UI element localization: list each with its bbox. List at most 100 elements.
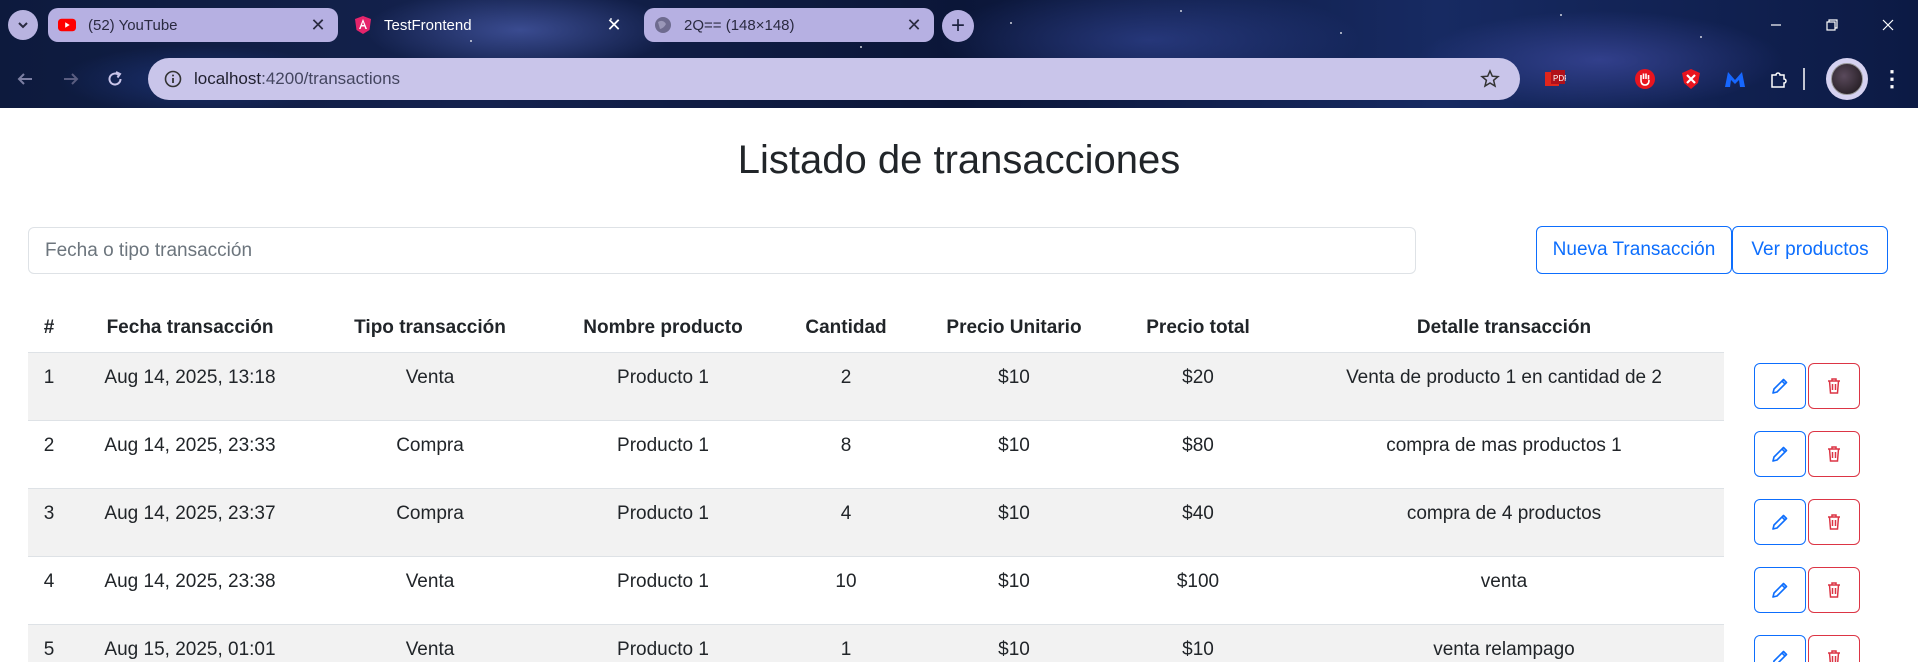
cell-type: Venta bbox=[405, 639, 455, 660]
search-input[interactable] bbox=[28, 227, 1416, 274]
page-title: Listado de transacciones bbox=[737, 138, 1181, 182]
cell-total-price: $10 bbox=[1182, 639, 1214, 660]
cell-total-price: $20 bbox=[1182, 367, 1214, 388]
table-row: 2 Aug 14, 2025, 23:33 Compra Producto 1 … bbox=[28, 420, 1890, 489]
close-icon[interactable]: ✕ bbox=[904, 16, 924, 34]
cell-id: 4 bbox=[43, 571, 55, 592]
cell-date: Aug 14, 2025, 23:38 bbox=[104, 571, 276, 592]
pencil-icon bbox=[1772, 582, 1788, 598]
view-products-button[interactable]: Ver productos bbox=[1732, 226, 1888, 274]
address-bar[interactable]: localhost:4200/transactions bbox=[148, 58, 1520, 100]
cell-product: Producto 1 bbox=[617, 367, 709, 388]
shield-extension-icon[interactable] bbox=[1676, 64, 1706, 94]
tab-search-button[interactable] bbox=[8, 10, 38, 40]
edit-button[interactable] bbox=[1754, 567, 1806, 613]
back-button[interactable] bbox=[10, 64, 40, 94]
close-icon[interactable]: ✕ bbox=[308, 16, 328, 34]
delete-button[interactable] bbox=[1808, 635, 1860, 662]
column-header: Precio total bbox=[1112, 304, 1284, 353]
hand-extension-icon[interactable] bbox=[1630, 64, 1660, 94]
tab-testfrontend[interactable]: TestFrontend ✕ bbox=[344, 8, 634, 42]
menu-icon[interactable]: ⋮ bbox=[1880, 64, 1904, 94]
tab-title: TestFrontend bbox=[384, 16, 472, 34]
column-header: Nombre producto bbox=[550, 304, 776, 353]
tab-youtube[interactable]: (52) YouTube ✕ bbox=[48, 8, 338, 42]
edit-button[interactable] bbox=[1754, 431, 1806, 477]
reload-button[interactable] bbox=[100, 64, 130, 94]
pencil-icon bbox=[1772, 514, 1788, 530]
forward-button[interactable] bbox=[56, 64, 86, 94]
delete-button[interactable] bbox=[1808, 363, 1860, 409]
delete-button[interactable] bbox=[1808, 567, 1860, 613]
cell-detail: Venta de producto 1 en cantidad de 2 bbox=[1346, 367, 1662, 388]
table-row: 5 Aug 15, 2025, 01:01 Venta Producto 1 1… bbox=[28, 624, 1890, 662]
url-path: :4200/transactions bbox=[261, 69, 401, 88]
cell-date: Aug 15, 2025, 01:01 bbox=[104, 639, 276, 660]
cell-unit-price: $10 bbox=[998, 571, 1030, 592]
cell-detail: compra de mas productos 1 bbox=[1386, 435, 1622, 456]
table-row: 1 Aug 14, 2025, 13:18 Venta Producto 1 2… bbox=[28, 352, 1890, 421]
delete-button[interactable] bbox=[1808, 499, 1860, 545]
cell-total-price: $100 bbox=[1176, 571, 1220, 592]
cell-unit-price: $10 bbox=[998, 435, 1030, 456]
toolbar-divider bbox=[1800, 64, 1808, 94]
tab-image[interactable]: 2Q== (148×148) ✕ bbox=[644, 8, 934, 42]
edit-button[interactable] bbox=[1754, 635, 1806, 662]
cell-type: Compra bbox=[396, 503, 464, 524]
tab-title: (52) YouTube bbox=[88, 16, 178, 34]
cell-product: Producto 1 bbox=[617, 639, 709, 660]
table-header-row: # Fecha transacción Tipo transacción Nom… bbox=[28, 304, 1890, 353]
profile-button[interactable] bbox=[1826, 58, 1868, 100]
cell-detail: compra de 4 productos bbox=[1406, 503, 1602, 524]
pencil-icon bbox=[1772, 446, 1788, 462]
minimize-button[interactable] bbox=[1748, 0, 1804, 50]
reload-icon bbox=[108, 71, 122, 86]
column-header: Cantidad bbox=[776, 304, 916, 353]
edit-button[interactable] bbox=[1754, 499, 1806, 545]
url-text: localhost:4200/transactions bbox=[194, 69, 400, 89]
trash-icon bbox=[1828, 446, 1840, 462]
globe-icon bbox=[654, 16, 672, 34]
trash-icon bbox=[1828, 582, 1840, 598]
cell-quantity: 8 bbox=[840, 435, 852, 456]
trash-icon bbox=[1828, 378, 1840, 394]
angular-icon bbox=[354, 16, 372, 34]
cell-type: Venta bbox=[405, 571, 455, 592]
cell-id: 2 bbox=[43, 435, 55, 456]
tab-title: 2Q== (148×148) bbox=[684, 16, 795, 34]
arrow-left-icon bbox=[17, 73, 32, 85]
new-transaction-button[interactable]: Nueva Transacción bbox=[1536, 226, 1732, 274]
trash-icon bbox=[1828, 650, 1840, 662]
restore-button[interactable] bbox=[1804, 0, 1860, 50]
cell-unit-price: $10 bbox=[998, 503, 1030, 524]
delete-button[interactable] bbox=[1808, 431, 1860, 477]
cell-detail: venta bbox=[1480, 571, 1528, 592]
cell-quantity: 2 bbox=[840, 367, 852, 388]
url-host: localhost bbox=[194, 69, 262, 88]
puzzle-icon[interactable] bbox=[1764, 64, 1794, 94]
cell-quantity: 10 bbox=[835, 571, 857, 592]
column-header: # bbox=[28, 304, 70, 353]
cell-date: Aug 14, 2025, 23:37 bbox=[104, 503, 276, 524]
cell-unit-price: $10 bbox=[998, 639, 1030, 660]
trash-icon bbox=[1828, 514, 1840, 530]
close-icon[interactable]: ✕ bbox=[604, 16, 624, 34]
star-icon[interactable] bbox=[1478, 67, 1502, 91]
malwarebytes-icon[interactable] bbox=[1720, 64, 1750, 94]
pencil-icon bbox=[1772, 650, 1788, 662]
close-window-button[interactable] bbox=[1860, 0, 1916, 50]
new-tab-button[interactable]: + bbox=[942, 10, 974, 42]
pdf-extension-icon[interactable]: PDF bbox=[1540, 64, 1570, 94]
pencil-icon bbox=[1772, 378, 1788, 394]
column-header: Detalle transacción bbox=[1284, 304, 1724, 353]
table-row: 4 Aug 14, 2025, 23:38 Venta Producto 1 1… bbox=[28, 556, 1890, 625]
edit-button[interactable] bbox=[1754, 363, 1806, 409]
chevron-down-icon bbox=[18, 22, 28, 29]
table-row: 3 Aug 14, 2025, 23:37 Compra Producto 1 … bbox=[28, 488, 1890, 557]
cell-quantity: 1 bbox=[840, 639, 852, 660]
cell-total-price: $40 bbox=[1182, 503, 1214, 524]
cell-total-price: $80 bbox=[1182, 435, 1214, 456]
svg-text:PDF: PDF bbox=[1553, 74, 1566, 83]
site-info-icon[interactable] bbox=[152, 70, 194, 88]
transactions-table: # Fecha transacción Tipo transacción Nom… bbox=[28, 304, 1890, 662]
